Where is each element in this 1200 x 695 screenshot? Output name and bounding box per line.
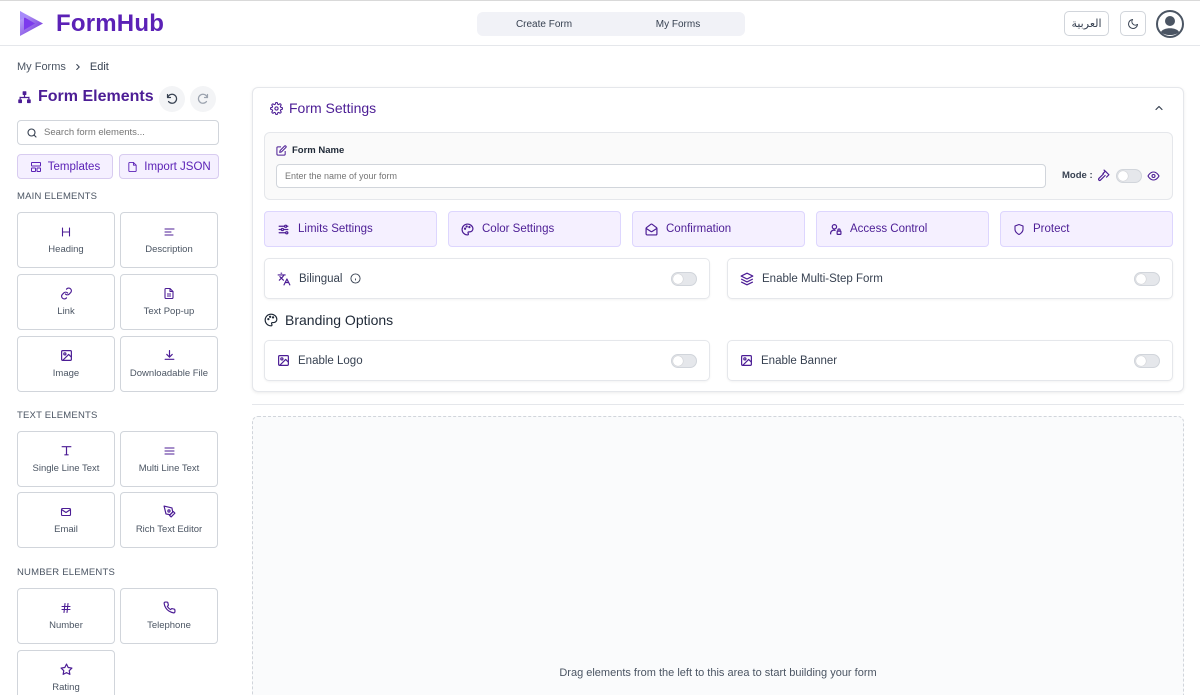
breadcrumb-my-forms[interactable]: My Forms	[17, 61, 66, 73]
language-button[interactable]: العربية	[1064, 11, 1109, 36]
settings-gear-icon	[270, 101, 283, 115]
file-text-icon	[164, 287, 174, 300]
element-multi-line-text[interactable]: Multi Line Text	[120, 431, 218, 487]
element-email[interactable]: Email	[17, 492, 115, 548]
breadcrumb: My Forms Edit	[17, 61, 109, 73]
user-avatar-icon	[1156, 10, 1184, 38]
type-icon	[61, 446, 71, 456]
user-lock-icon	[830, 223, 842, 235]
element-search[interactable]	[17, 120, 219, 145]
align-left-icon	[163, 227, 175, 236]
element-rating[interactable]: Rating	[17, 650, 115, 695]
palette-icon	[461, 222, 474, 236]
templates-icon	[30, 161, 41, 172]
palette-icon	[264, 313, 278, 327]
edit-icon	[276, 145, 287, 156]
templates-button[interactable]: Templates	[17, 154, 113, 179]
nav-my-forms[interactable]: My Forms	[611, 19, 745, 30]
nav-create-form[interactable]: Create Form	[477, 19, 611, 30]
breadcrumb-current: Edit	[89, 61, 109, 73]
redo-button[interactable]	[190, 86, 216, 112]
limits-settings-button[interactable]: Limits Settings	[264, 211, 437, 247]
user-avatar[interactable]	[1156, 10, 1184, 38]
pen-tool-icon	[162, 505, 176, 518]
bilingual-option: Bilingual	[264, 258, 710, 299]
layers-icon	[740, 272, 754, 285]
main-nav: Create Form My Forms	[477, 12, 745, 36]
enable-banner-toggle[interactable]	[1134, 354, 1160, 368]
mail-icon	[60, 507, 72, 516]
download-icon	[164, 350, 174, 360]
mail-open-icon	[645, 222, 658, 236]
element-downloadable-file[interactable]: Downloadable File	[120, 336, 218, 392]
chevron-right-icon	[76, 63, 80, 71]
mode-toggle[interactable]	[1116, 169, 1142, 183]
section-label-text: TEXT ELEMENTS	[17, 410, 98, 421]
form-settings-header[interactable]: Form Settings	[270, 100, 376, 116]
heading-icon	[61, 226, 71, 237]
app-name: FormHub	[56, 9, 165, 37]
drop-zone-hint: Drag elements from the left to this area…	[559, 667, 877, 679]
color-settings-button[interactable]: Color Settings	[448, 211, 621, 247]
info-icon[interactable]	[350, 273, 362, 284]
access-control-button[interactable]: Access Control	[816, 211, 989, 247]
multistep-option: Enable Multi-Step Form	[727, 258, 1173, 299]
star-icon	[59, 663, 73, 675]
divider	[252, 404, 1184, 405]
form-elements-title: Form Elements	[17, 88, 154, 106]
link-icon	[60, 287, 72, 300]
shield-icon	[1014, 223, 1024, 235]
element-text-popup[interactable]: Text Pop-up	[120, 274, 218, 330]
mode-label: Mode :	[1062, 170, 1093, 181]
menu-lines-icon	[163, 446, 175, 455]
languages-icon	[277, 272, 291, 285]
element-telephone[interactable]: Telephone	[120, 588, 218, 644]
formhub-logo-icon	[20, 11, 43, 36]
element-heading[interactable]: Heading	[17, 212, 115, 268]
protect-button[interactable]: Protect	[1000, 211, 1173, 247]
file-import-icon	[128, 161, 137, 172]
search-input[interactable]	[44, 127, 204, 138]
form-drop-zone[interactable]	[252, 416, 1184, 695]
image-icon	[278, 355, 289, 366]
import-json-button[interactable]: Import JSON	[119, 154, 219, 179]
redo-icon	[197, 93, 209, 104]
hierarchy-icon	[18, 90, 31, 103]
enable-logo-toggle[interactable]	[671, 354, 697, 368]
app-logo[interactable]: FormHub	[17, 8, 164, 39]
undo-icon	[166, 93, 178, 104]
element-rich-text-editor[interactable]: Rich Text Editor	[120, 492, 218, 548]
enable-banner-option: Enable Banner	[727, 340, 1173, 381]
element-single-line-text[interactable]: Single Line Text	[17, 431, 115, 487]
element-number[interactable]: Number	[17, 588, 115, 644]
eye-icon	[1147, 171, 1160, 181]
form-name-label: Form Name	[276, 145, 344, 156]
element-link[interactable]: Link	[17, 274, 115, 330]
enable-logo-option: Enable Logo	[264, 340, 710, 381]
undo-button[interactable]	[159, 86, 185, 112]
section-label-main: MAIN ELEMENTS	[17, 191, 98, 202]
search-icon	[27, 127, 37, 138]
image-icon	[741, 355, 752, 366]
element-image[interactable]: Image	[17, 336, 115, 392]
form-name-input[interactable]	[276, 164, 1046, 188]
branding-options-title: Branding Options	[264, 312, 393, 328]
chevron-up-icon[interactable]	[1153, 102, 1165, 114]
sliders-icon	[278, 224, 289, 234]
multistep-toggle[interactable]	[1134, 272, 1160, 286]
phone-icon	[163, 601, 176, 614]
bilingual-toggle[interactable]	[671, 272, 697, 286]
top-header: FormHub Create Form My Forms العربية	[0, 0, 1200, 46]
section-label-number: NUMBER ELEMENTS	[17, 567, 116, 578]
theme-toggle-button[interactable]	[1120, 11, 1146, 36]
element-description[interactable]: Description	[120, 212, 218, 268]
image-icon	[60, 350, 72, 361]
moon-icon	[1128, 18, 1138, 29]
hammer-icon	[1097, 169, 1110, 182]
confirmation-button[interactable]: Confirmation	[632, 211, 805, 247]
hash-icon	[61, 602, 71, 613]
